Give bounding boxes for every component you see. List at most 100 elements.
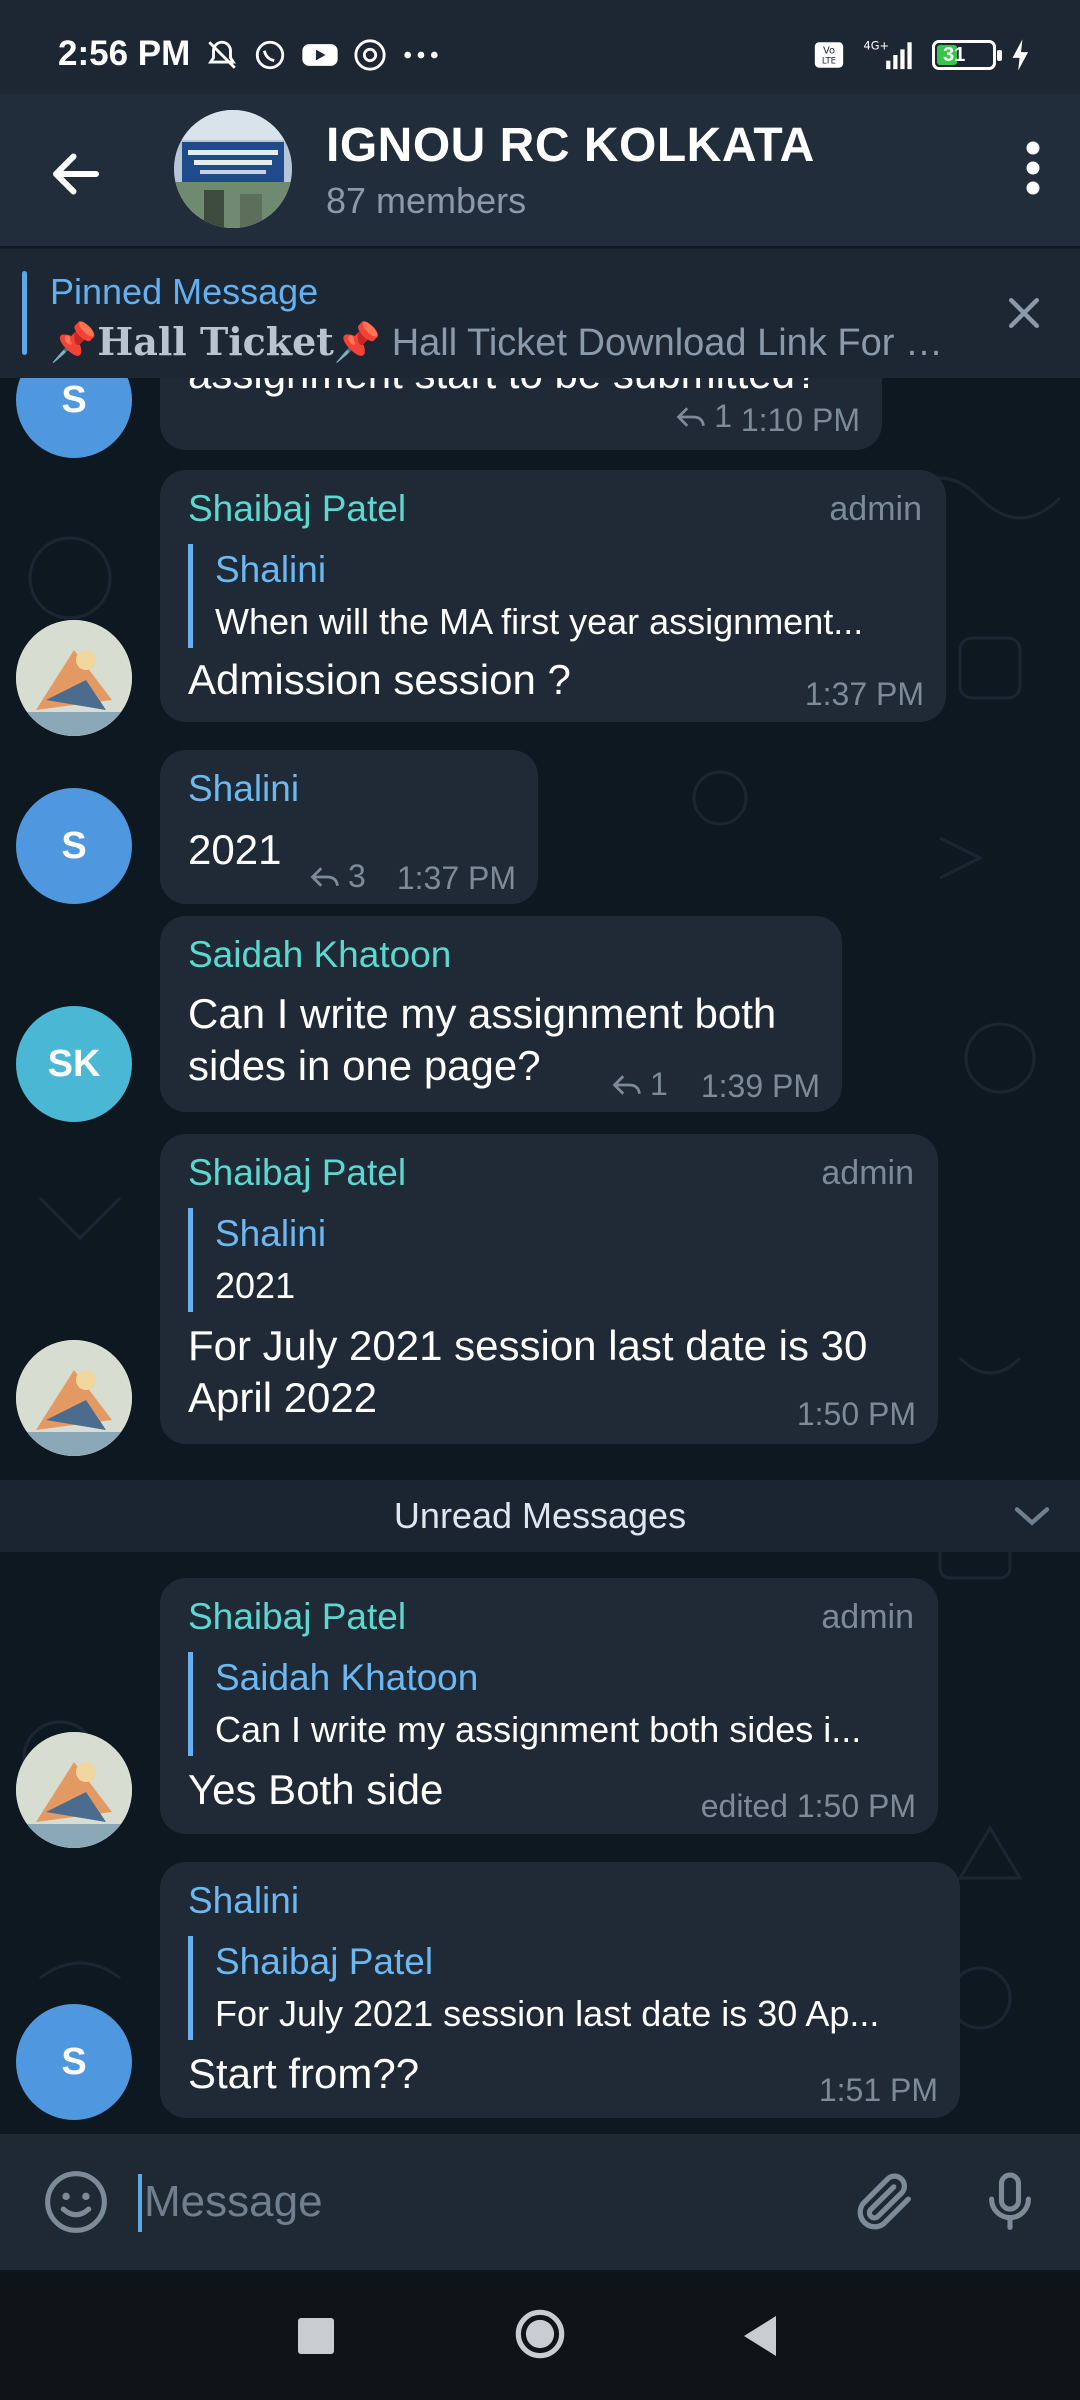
nav-back-button[interactable]	[740, 2314, 780, 2358]
sender-name[interactable]: Shaibaj Patel	[188, 1596, 406, 1638]
message-bubble[interactable]: Shaibaj Patel admin Shalini 2021 For Jul…	[160, 1134, 938, 1444]
pinned-message-bar[interactable]: Pinned Message 📌Hall Ticket📌 Hall Ticket…	[0, 248, 1080, 379]
message-text: assignment start to be submitted?	[188, 378, 818, 400]
admin-badge: admin	[821, 1598, 914, 1636]
reply-text: Can I write my assignment both sides i..…	[215, 1709, 862, 1750]
charging-icon	[1012, 39, 1029, 71]
svg-text:Vo: Vo	[823, 46, 835, 57]
sender-name[interactable]: Shaibaj Patel	[188, 488, 406, 530]
avatar[interactable]	[16, 620, 132, 736]
sender-name[interactable]: Shalini	[188, 1880, 299, 1922]
message-text: Admission session ?	[188, 656, 571, 703]
message-time: 1:37 PM	[804, 676, 924, 712]
avatar[interactable]	[16, 1340, 132, 1456]
reply-text: For July 2021 session last date is 30 Ap…	[215, 1993, 880, 2034]
message-bubble[interactable]: Saidah Khatoon Can I write my assignment…	[160, 916, 842, 1112]
message-bubble[interactable]: Shaibaj Patel admin Shalini When will th…	[160, 470, 946, 722]
avatar[interactable]: S	[16, 788, 132, 904]
system-navigation-bar	[0, 2270, 1080, 2400]
microphone-icon[interactable]	[976, 2164, 1044, 2240]
notification-icons	[205, 38, 441, 72]
message-bubble[interactable]: Shalini 2021 3 1:37 PM	[160, 750, 538, 904]
reply-preview[interactable]: Saidah Khatoon Can I write my assignment…	[188, 1652, 905, 1756]
volte-icon: VoLTE	[814, 42, 844, 68]
reply-count[interactable]: 1	[612, 1066, 668, 1103]
chat-header: IGNOU RC KOLKATA 87 members	[0, 94, 1080, 246]
message-time: 1:39 PM	[700, 1068, 820, 1104]
chevron-down-icon[interactable]	[1012, 1498, 1052, 1534]
message-time: 1:37 PM	[396, 860, 516, 896]
message-time: 1:51 PM	[818, 2072, 938, 2108]
reply-count[interactable]: 3	[310, 858, 366, 895]
reply-text: When will the MA first year assignment..…	[215, 601, 864, 642]
message-time: edited 1:50 PM	[700, 1788, 916, 1824]
message-text-line-1: For July 2021 session last date is 30	[188, 1322, 868, 1369]
message-bubble[interactable]: assignment start to be submitted? 1 1:10…	[160, 378, 882, 450]
back-arrow-icon[interactable]	[46, 144, 106, 204]
reply-preview[interactable]: Shaibaj Patel For July 2021 session last…	[188, 1936, 925, 2040]
group-photo-image	[174, 110, 292, 228]
youtube-icon	[302, 44, 338, 66]
message-bubble[interactable]: Shaibaj Patel admin Saidah Khatoon Can I…	[160, 1578, 938, 1834]
reply-count-value: 1	[714, 398, 732, 434]
reply-sender: Saidah Khatoon	[215, 1657, 479, 1698]
message-text: Start from??	[188, 2050, 420, 2097]
admin-badge: admin	[829, 490, 922, 528]
pinned-preview: 📌Hall Ticket📌 Hall Ticket Download Link …	[50, 319, 960, 365]
message-text-line-1: Can I write my assignment both	[188, 990, 777, 1037]
reply-sender: Shalini	[215, 1213, 327, 1254]
group-avatar[interactable]	[174, 110, 292, 228]
emoji-icon[interactable]	[42, 2168, 110, 2236]
pinned-preview-text: Hall Ticket Download Link For Dec...	[381, 322, 960, 364]
avatar-photo-image	[16, 620, 132, 736]
message-time: 1:50 PM	[796, 1396, 916, 1432]
chrome-icon	[354, 39, 386, 71]
message-input[interactable]	[138, 2164, 826, 2240]
message-text: 2021	[188, 826, 282, 873]
message-composer	[0, 2134, 1080, 2270]
close-icon[interactable]	[1002, 291, 1046, 335]
unread-label: Unread Messages	[393, 1495, 687, 1536]
avatar[interactable]	[16, 1732, 132, 1848]
message-text-line-2: sides in one page?	[188, 1042, 541, 1089]
group-title[interactable]: IGNOU RC KOLKATA	[326, 118, 815, 173]
reply-preview[interactable]: Shalini 2021	[188, 1208, 895, 1312]
message-bubble[interactable]: Shalini Shaibaj Patel For July 2021 sess…	[160, 1862, 960, 2118]
message-text-line-2: April 2022	[188, 1374, 378, 1421]
admin-badge: admin	[821, 1154, 914, 1192]
home-button[interactable]	[514, 2308, 566, 2360]
message-list[interactable]: assignment start to be submitted? 1 1:10…	[0, 378, 1080, 2134]
whatsapp-icon	[255, 40, 285, 70]
more-notifications-icon	[404, 51, 438, 59]
status-bar: 2:56 PM Vo LTE 4G+ 31	[0, 0, 1080, 94]
paperclip-icon[interactable]	[850, 2164, 920, 2240]
reply-count[interactable]: 1	[676, 398, 732, 435]
battery-icon: 31	[932, 40, 1002, 70]
reply-count-value: 3	[348, 858, 366, 894]
reply-preview[interactable]: Shalini When will the MA first year assi…	[188, 544, 915, 648]
recents-button[interactable]	[298, 2318, 334, 2354]
sender-name[interactable]: Saidah Khatoon	[188, 934, 451, 976]
reply-text: 2021	[215, 1265, 296, 1306]
avatar[interactable]: SK	[16, 1006, 132, 1122]
more-options-icon[interactable]	[1008, 138, 1058, 198]
member-count: 87 members	[326, 180, 527, 221]
battery-level: 31	[943, 44, 966, 66]
signal-icon: 4G+	[864, 38, 912, 70]
avatar[interactable]: S	[16, 2004, 132, 2120]
message-text: Yes Both side	[188, 1766, 444, 1813]
svg-text:4G+: 4G+	[864, 38, 889, 52]
pinned-indicator	[22, 271, 27, 355]
avatar-photo-image	[16, 1340, 132, 1456]
reply-icon	[676, 406, 706, 427]
status-time: 2:56 PM	[58, 34, 191, 73]
reply-count-value: 1	[650, 1066, 668, 1102]
pinned-bold-text: 📌Hall Ticket📌	[50, 319, 382, 364]
system-icons: Vo LTE 4G+ 31	[812, 38, 1032, 72]
sender-name[interactable]: Shaibaj Patel	[188, 1152, 406, 1194]
bell-off-icon	[208, 40, 236, 69]
reply-icon	[612, 1074, 641, 1095]
message-time: 1:10 PM	[740, 402, 860, 438]
sender-name[interactable]: Shalini	[188, 768, 299, 810]
pinned-title: Pinned Message	[50, 271, 319, 312]
